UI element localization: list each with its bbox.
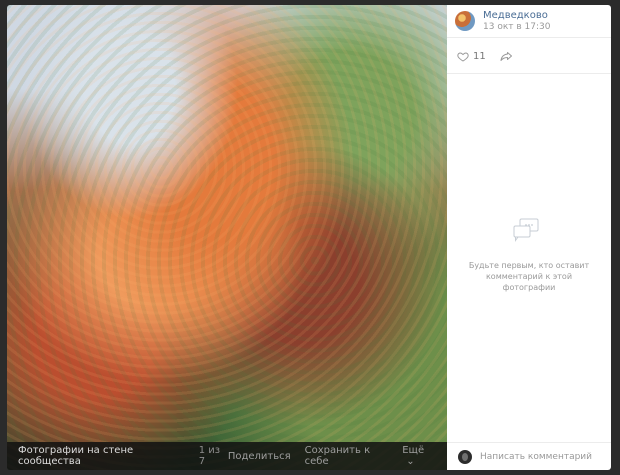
comment-composer bbox=[447, 442, 611, 470]
save-link[interactable]: Сохранить к себе bbox=[305, 445, 389, 467]
current-user-avatar bbox=[458, 449, 472, 464]
chevron-down-icon: ⌄ bbox=[406, 456, 415, 467]
photo-image[interactable] bbox=[7, 5, 447, 470]
comment-input[interactable] bbox=[480, 451, 592, 462]
photo-actions: Поделиться Сохранить к себе Ещё ⌄ bbox=[228, 445, 436, 467]
author-meta: Медведково 13 окт в 17:30 bbox=[483, 10, 550, 33]
heart-icon[interactable] bbox=[457, 47, 469, 66]
photo-bottom-bar: Фотографии на стене сообщества 1 из 7 По… bbox=[7, 442, 447, 470]
album-title[interactable]: Фотографии на стене сообщества bbox=[18, 445, 189, 467]
comment-bubble-icon bbox=[447, 217, 611, 251]
reactions-row: 11 bbox=[447, 39, 611, 74]
likes-count: 11 bbox=[473, 50, 486, 62]
share-arrow-icon[interactable] bbox=[500, 47, 513, 66]
author-name[interactable]: Медведково bbox=[483, 10, 550, 22]
post-header: Медведково 13 окт в 17:30 bbox=[447, 5, 611, 38]
empty-comments-state: Будьте первым, кто оставит комментарий к… bbox=[447, 217, 611, 293]
comments-panel: Медведково 13 окт в 17:30 11 Будьте перв… bbox=[447, 5, 611, 470]
post-time: 13 окт в 17:30 bbox=[483, 21, 551, 32]
more-label: Ещё bbox=[402, 445, 425, 456]
share-link[interactable]: Поделиться bbox=[228, 451, 291, 462]
photo-counter: 1 из 7 bbox=[198, 445, 221, 467]
photo-viewer-modal: Фотографии на стене сообщества 1 из 7 По… bbox=[7, 5, 611, 470]
more-menu[interactable]: Ещё ⌄ bbox=[402, 445, 436, 467]
community-avatar[interactable] bbox=[455, 11, 475, 31]
empty-comments-text: Будьте первым, кто оставит комментарий к… bbox=[468, 261, 590, 292]
